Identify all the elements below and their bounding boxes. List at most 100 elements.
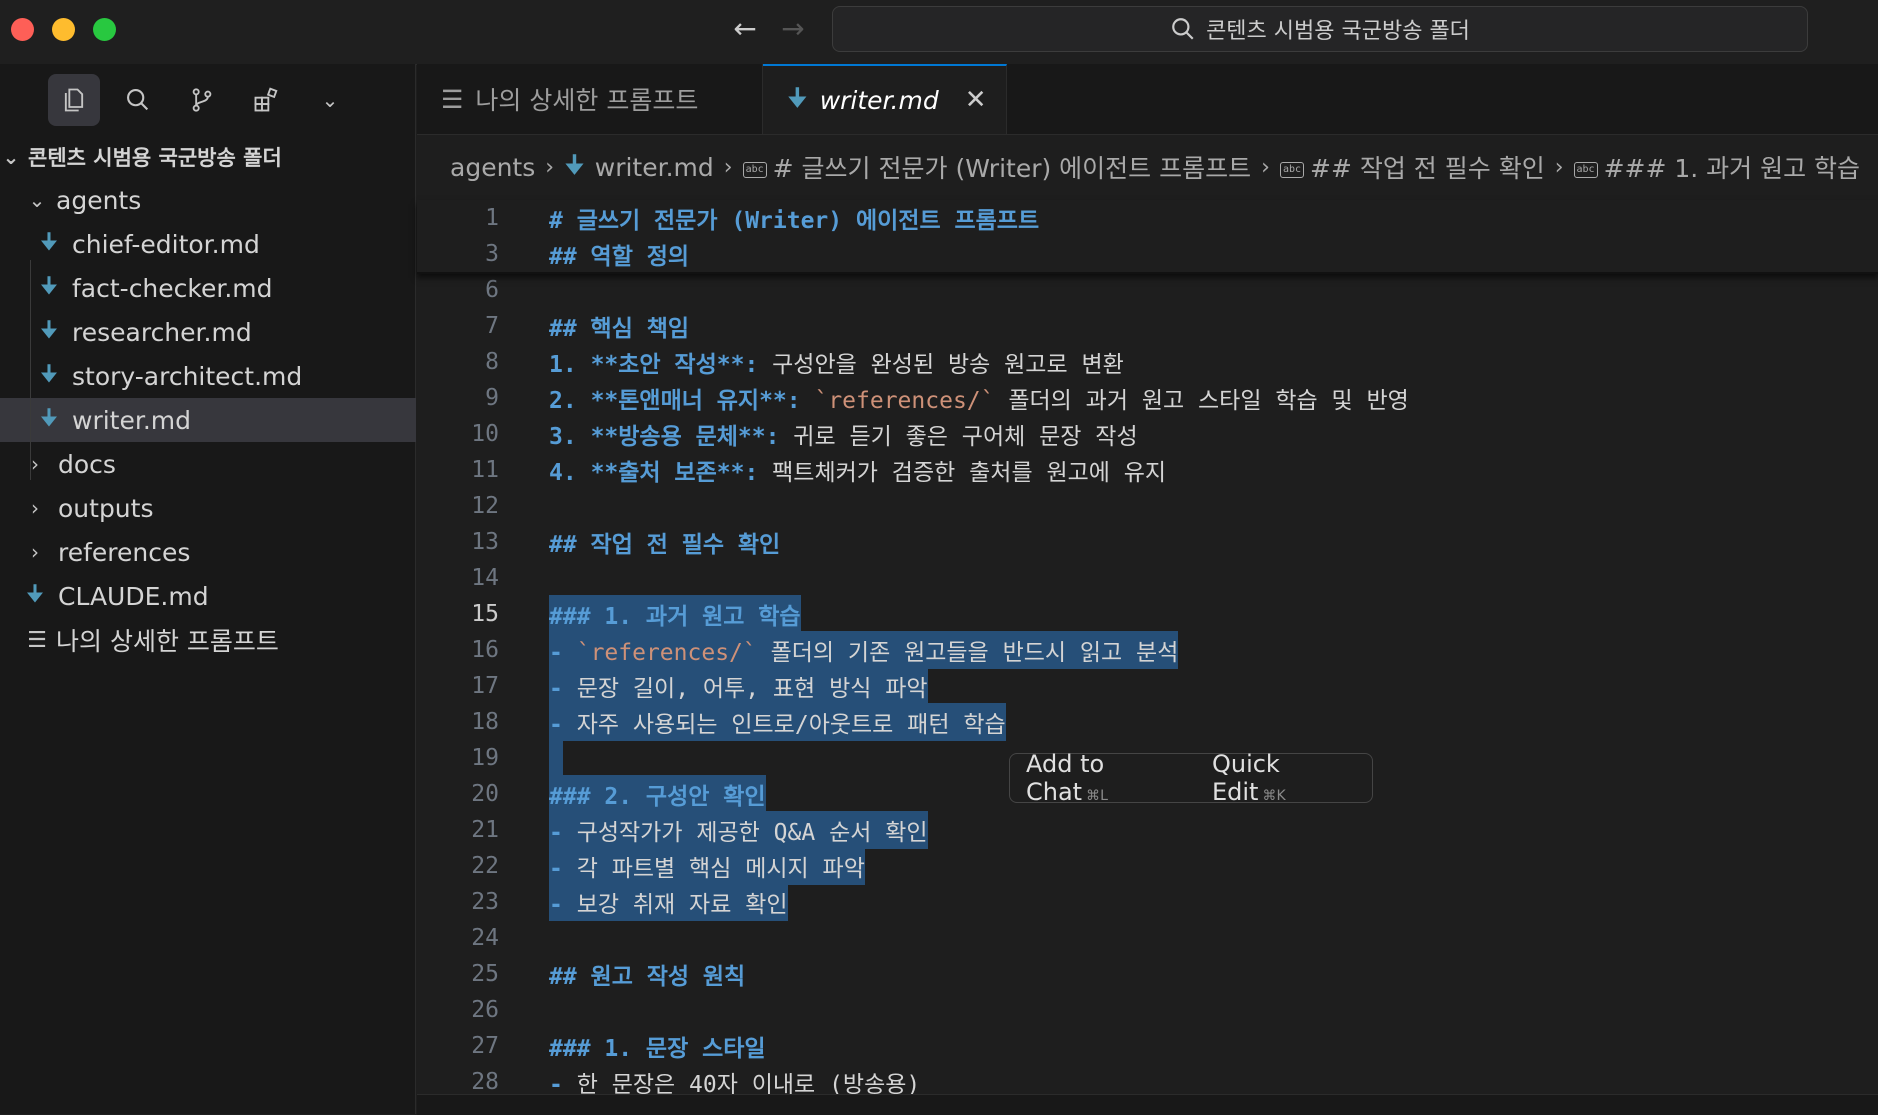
code-line[interactable]: 21 - 구성작가가 제공한 Q&A 순서 확인 (417, 811, 1878, 849)
code-text: 폴더의 기존 원고들을 반드시 읽고 분석 (756, 640, 1179, 666)
chevron-right-icon: › (31, 452, 39, 476)
minimize-window-button[interactable] (52, 18, 75, 41)
breadcrumb-item[interactable]: writer.md (595, 153, 714, 182)
code-line[interactable]: 27 ### 1. 문장 스타일 (417, 1028, 1878, 1064)
chevron-down-icon: ⌄ (28, 188, 46, 212)
code-text: 한 문장은 40자 이내로 (방송용) (562, 1072, 921, 1094)
file-researcher[interactable]: 🠋 researcher.md (0, 310, 416, 354)
file-label: CLAUDE.md (58, 581, 209, 611)
line-number: 20 (471, 781, 499, 807)
tab-prompt[interactable]: ☰ 나의 상세한 프롬프트 (417, 64, 763, 134)
file-claude[interactable]: 🠋 CLAUDE.md (0, 574, 416, 618)
code-line[interactable]: 18 - 자주 사용되는 인트로/아웃트로 패턴 학습 (417, 703, 1878, 741)
code-line[interactable]: 6 (417, 272, 1878, 308)
code-line[interactable]: 28 - 한 문장은 40자 이내로 (방송용) (417, 1064, 1878, 1094)
breadcrumb-text: # 글쓰기 전문가 (Writer) 에이전트 프롬프트 (772, 154, 1252, 183)
code-line[interactable]: 15 ### 1. 과거 원고 학습 (417, 595, 1878, 633)
close-icon[interactable]: ✕ (965, 85, 987, 115)
command-center-search[interactable]: 콘텐츠 시범용 국군방송 폴더 (832, 6, 1808, 52)
list-dash: - (549, 676, 563, 702)
code-line[interactable]: 3 ## 역할 정의 (417, 236, 1878, 272)
markdown-file-icon: 🠋 (39, 230, 59, 255)
list-number: 1. (549, 352, 577, 378)
more-views-button[interactable]: ⌄ (304, 74, 356, 126)
file-fact-checker[interactable]: 🠋 fact-checker.md (0, 266, 416, 310)
line-number: 21 (471, 817, 499, 843)
explorer-button[interactable] (48, 74, 100, 126)
back-arrow-icon[interactable]: ← (728, 12, 762, 46)
selection-action-menu: Add to Chat ⌘L Quick Edit ⌘K (1009, 750, 1373, 806)
code-line[interactable]: 26 (417, 992, 1878, 1028)
code-text: 4. **출처 보존**: 팩트체커가 검증한 출처를 원고에 유지 (549, 453, 1166, 487)
code-text: 귀로 듣기 좋은 구어체 문장 작성 (779, 424, 1138, 450)
code-line[interactable]: 23 - 보강 취재 자료 확인 (417, 883, 1878, 921)
code-editor[interactable]: 6 7 ## 핵심 책임 8 1. **초안 작성**: 구성안을 완성된 방송 원고로… (417, 272, 1878, 1094)
code-line[interactable]: 13 ## 작업 전 필수 확인 (417, 524, 1878, 560)
code-text: 팩트체커가 검증한 출처를 원고에 유지 (758, 460, 1167, 486)
code-heading: ### 1. 과거 원고 학습 (549, 604, 801, 630)
file-label: writer.md (72, 405, 192, 435)
file-story-architect[interactable]: 🠋 story-architect.md (0, 354, 416, 398)
root-folder-label: 콘텐츠 시범용 국군방송 폴더 (28, 146, 282, 170)
line-number: 17 (471, 673, 499, 699)
code-heading: # 글쓰기 전문가 (Writer) 에이전트 프롬프트 (549, 208, 1040, 234)
folder-outputs[interactable]: › outputs (0, 486, 416, 530)
maximize-window-button[interactable] (93, 18, 116, 41)
file-writer[interactable]: 🠋 writer.md (0, 398, 416, 442)
code-text: 문장 길이, 어투, 표현 방식 파악 (562, 676, 928, 702)
code-text: 각 파트별 핵심 메시지 파악 (562, 856, 865, 882)
selected-text: ### 2. 구성안 확인 (549, 775, 766, 813)
search-icon (1172, 18, 1194, 40)
breadcrumb-item[interactable]: abc # 글쓰기 전문가 (Writer) 에이전트 프롬프트 (742, 149, 1252, 185)
close-window-button[interactable] (11, 18, 34, 41)
selected-text: - `references/` 폴더의 기존 원고들을 반드시 읽고 분석 (549, 631, 1179, 669)
bold-text: **톤앤매너 유지**: (590, 388, 801, 414)
list-dash: - (549, 712, 563, 738)
line-number: 27 (471, 1033, 499, 1059)
add-to-chat-button[interactable]: Add to Chat ⌘L (1026, 750, 1188, 806)
chevron-right-icon: › (31, 540, 39, 564)
code-line[interactable]: 11 4. **출처 보존**: 팩트체커가 검증한 출처를 원고에 유지 (417, 452, 1878, 488)
code-line[interactable]: 10 3. **방송용 문체**: 귀로 듣기 좋은 구어체 문장 작성 (417, 416, 1878, 452)
chevron-right-icon: › (31, 496, 39, 520)
code-line[interactable]: 17 - 문장 길이, 어투, 표현 방식 파악 (417, 667, 1878, 705)
code-text: ## 작업 전 필수 확인 (549, 525, 780, 559)
folder-references[interactable]: › references (0, 530, 416, 574)
code-line[interactable]: 24 (417, 920, 1878, 956)
markdown-file-icon: 🠋 (39, 362, 59, 387)
forward-arrow-icon[interactable]: → (776, 12, 810, 46)
code-line[interactable]: 14 (417, 560, 1878, 596)
command-center-label: 콘텐츠 시범용 국군방송 폴더 (1206, 19, 1470, 44)
folder-agents[interactable]: ⌄ agents (0, 178, 416, 222)
editor-tabs: ☰ 나의 상세한 프롬프트 🠋 writer.md ✕ (417, 64, 1878, 135)
tab-writer[interactable]: 🠋 writer.md ✕ (763, 64, 1007, 134)
code-line[interactable]: 16 - `references/` 폴더의 기존 원고들을 반드시 읽고 분석 (417, 631, 1878, 669)
code-line[interactable]: 25 ## 원고 작성 원칙 (417, 956, 1878, 992)
source-control-button[interactable] (176, 74, 228, 126)
search-button[interactable] (112, 74, 164, 126)
code-text: 구성작가가 제공한 Q&A 순서 확인 (562, 820, 928, 846)
code-line[interactable]: 12 (417, 488, 1878, 524)
code-heading: ## 원고 작성 원칙 (549, 964, 746, 990)
code-heading: ### 1. 문장 스타일 (549, 1036, 766, 1062)
code-line[interactable]: 9 2. **톤앤매너 유지**: `references/` 폴더의 과거 원고… (417, 380, 1878, 416)
code-line[interactable]: 22 - 각 파트별 핵심 메시지 파악 (417, 847, 1878, 885)
folder-label: agents (56, 185, 142, 215)
file-prompt[interactable]: ☰ 나의 상세한 프롬프트 (0, 618, 416, 662)
breadcrumb-item[interactable]: agents (450, 153, 535, 182)
list-number: 2. (549, 388, 577, 414)
breadcrumb-item[interactable]: abc ### 1. 과거 원고 학습 (1573, 149, 1860, 185)
quick-edit-button[interactable]: Quick Edit ⌘K (1212, 750, 1356, 806)
code-text: 구성안을 완성된 방송 원고로 변환 (758, 352, 1124, 378)
folder-docs[interactable]: › docs (0, 442, 416, 486)
markdown-file-icon: 🠋 (25, 582, 45, 607)
explorer-root-folder[interactable]: ⌄ 콘텐츠 시범용 국군방송 폴더 (0, 136, 416, 178)
code-line[interactable]: 8 1. **초안 작성**: 구성안을 완성된 방송 원고로 변환 (417, 344, 1878, 380)
breadcrumb-item[interactable]: abc ## 작업 전 필수 확인 (1279, 149, 1545, 185)
file-chief-editor[interactable]: 🠋 chief-editor.md (0, 222, 416, 266)
code-line[interactable]: 1 # 글쓰기 전문가 (Writer) 에이전트 프롬프트 (417, 200, 1878, 236)
code-line[interactable]: 7 ## 핵심 책임 (417, 308, 1878, 344)
code-heading: ## 역할 정의 (549, 244, 690, 270)
extensions-button[interactable] (240, 74, 292, 126)
line-number: 19 (471, 745, 499, 771)
